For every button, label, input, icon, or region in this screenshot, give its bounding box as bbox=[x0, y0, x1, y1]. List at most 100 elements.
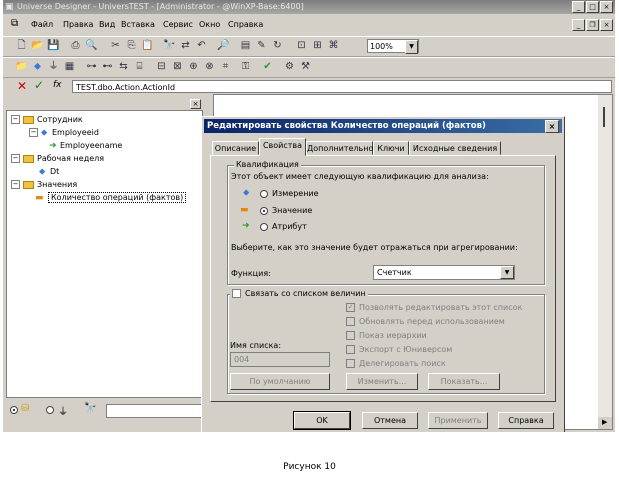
help-button[interactable]: Справка bbox=[498, 412, 554, 429]
alias-icon[interactable]: ⊟ bbox=[155, 61, 168, 73]
list-name-input[interactable]: 004 bbox=[230, 352, 330, 367]
zoom-icon[interactable]: 🔎 bbox=[217, 40, 230, 52]
option-export-with-universe[interactable]: Экспорт с Юниверсом bbox=[346, 345, 452, 354]
tree-node-class[interactable]: − Рабочая неделя bbox=[11, 154, 104, 164]
default-button[interactable]: По умолчанию bbox=[230, 373, 330, 390]
search-input[interactable] bbox=[106, 404, 202, 418]
menu-help[interactable]: Справка bbox=[228, 20, 263, 29]
arrange-tables-icon[interactable]: ⚒ bbox=[299, 61, 312, 73]
radio-measure[interactable]: Значение bbox=[260, 206, 312, 215]
menu-window[interactable]: Окно bbox=[199, 20, 220, 29]
export-with-universe-check[interactable] bbox=[346, 345, 355, 354]
menu-insert[interactable]: Вставка bbox=[121, 20, 155, 29]
document-icon[interactable]: ⧉ bbox=[11, 18, 18, 29]
close-button[interactable]: × bbox=[600, 1, 613, 13]
list-view-icon[interactable]: ▤ bbox=[239, 40, 252, 52]
pane-close-icon[interactable]: × bbox=[190, 99, 201, 109]
table-browser-icon[interactable]: ▦ bbox=[63, 61, 76, 73]
detail-view-icon[interactable]: ✎ bbox=[255, 40, 268, 52]
radio-detail-circle[interactable] bbox=[260, 222, 268, 231]
radio-measure-circle[interactable] bbox=[260, 206, 268, 215]
hierarchy-icon[interactable]: ⌸ bbox=[133, 61, 146, 73]
table-icon[interactable]: ⊞ bbox=[311, 40, 324, 52]
tree-node-class[interactable]: − Значения bbox=[11, 180, 77, 190]
tab-keys[interactable]: Ключи bbox=[373, 141, 409, 155]
collapse-icon[interactable]: − bbox=[11, 115, 20, 124]
key-icon[interactable]: ⚿ bbox=[239, 61, 252, 73]
new-icon[interactable]: 🗋 bbox=[15, 40, 28, 52]
radio-dimension-circle[interactable] bbox=[260, 189, 268, 198]
detect-joins-icon[interactable]: ⊷ bbox=[101, 61, 114, 73]
delegate-search-check[interactable] bbox=[346, 359, 355, 368]
collapse-icon[interactable]: − bbox=[29, 128, 38, 137]
tree-node-measure[interactable]: ▬ Количество операций (фактов) bbox=[35, 192, 187, 203]
option-display-hierarchy[interactable]: Показ иерархии bbox=[346, 331, 427, 340]
cardinality-icon[interactable]: ⇆ bbox=[117, 61, 130, 73]
condition-icon[interactable]: ⏚ bbox=[47, 61, 60, 73]
menu-edit[interactable]: Правка bbox=[63, 20, 93, 29]
doc-restore-button[interactable]: ❐ bbox=[586, 19, 599, 31]
undo-icon[interactable]: ↶ bbox=[195, 40, 208, 52]
edit-list-button[interactable]: Изменить... bbox=[346, 373, 418, 390]
collapse-icon[interactable]: − bbox=[11, 154, 20, 163]
option-refresh-before-use[interactable]: Обновлять перед использованием bbox=[346, 317, 505, 326]
menu-tools[interactable]: Сервис bbox=[163, 20, 193, 29]
option-allow-edit[interactable]: ✓ Позволять редактировать этот список bbox=[346, 303, 522, 312]
apply-button[interactable]: Применить bbox=[428, 412, 488, 429]
paste-icon[interactable]: 📋 bbox=[141, 40, 154, 52]
class-icon[interactable]: 📁 bbox=[15, 61, 28, 73]
replace-icon[interactable]: ⇄ bbox=[179, 40, 192, 52]
search-icon[interactable]: 🔭 bbox=[84, 403, 96, 414]
close-icon[interactable]: × bbox=[545, 120, 559, 133]
derived-table-icon[interactable]: ⊠ bbox=[171, 61, 184, 73]
display-hierarchy-check[interactable] bbox=[346, 331, 355, 340]
cancel-button[interactable]: Отмена bbox=[362, 412, 418, 429]
formula-field[interactable]: TEST.dbo.Action.ActionId bbox=[72, 80, 612, 93]
vertical-scrollbar[interactable] bbox=[598, 95, 612, 417]
allow-edit-check[interactable]: ✓ bbox=[346, 303, 355, 312]
function-icon[interactable]: fx bbox=[53, 80, 62, 90]
check-integrity-icon[interactable]: ✔ bbox=[261, 61, 274, 73]
menu-view[interactable]: Вид bbox=[99, 20, 115, 29]
scroll-right-arrow[interactable]: ▶ bbox=[598, 417, 612, 429]
hierarchies-icon[interactable]: ⌗ bbox=[219, 61, 232, 73]
minimize-button[interactable]: _ bbox=[572, 1, 585, 13]
cut-icon[interactable]: ✂ bbox=[109, 40, 122, 52]
link-list-checkbox[interactable]: Связать со списком величин bbox=[230, 289, 368, 298]
menu-file[interactable]: Файл bbox=[31, 20, 53, 29]
ok-button[interactable]: OK bbox=[293, 411, 351, 430]
link-list-check[interactable] bbox=[232, 289, 241, 298]
zoom-select[interactable]: 100% ▼ bbox=[367, 39, 419, 54]
loop-icon[interactable]: ⊗ bbox=[203, 61, 216, 73]
open-icon[interactable]: 📂 bbox=[31, 40, 44, 52]
tab-source-info[interactable]: Исходные сведения bbox=[409, 141, 501, 155]
cancel-formula-icon[interactable]: ✕ bbox=[17, 80, 27, 92]
scroll-thumb[interactable] bbox=[603, 107, 605, 127]
radio-dimension[interactable]: Измерение bbox=[260, 189, 319, 198]
function-select[interactable]: Счетчик ▼ bbox=[373, 265, 515, 280]
tab-description[interactable]: Описание bbox=[212, 141, 259, 155]
tree-node-detail[interactable]: ➜ Employeename bbox=[49, 141, 122, 151]
validate-formula-icon[interactable]: ✓ bbox=[34, 79, 44, 91]
print-icon[interactable]: ⎙ bbox=[69, 40, 82, 52]
refresh-icon[interactable]: ↻ bbox=[271, 40, 284, 52]
option-delegate-search[interactable]: Делегировать поиск bbox=[346, 359, 446, 368]
copy-icon[interactable]: ⎘ bbox=[125, 40, 138, 52]
tab-advanced[interactable]: Дополнительно bbox=[306, 141, 373, 155]
object-icon[interactable]: ⬥ bbox=[31, 61, 44, 73]
save-icon[interactable]: 💾 bbox=[47, 40, 60, 52]
chevron-down-icon[interactable]: ▼ bbox=[405, 40, 418, 54]
tree-node-class[interactable]: − Сотрудник bbox=[11, 115, 83, 125]
tree-node-dimension[interactable]: ⬥ Dt bbox=[39, 167, 59, 177]
doc-minimize-button[interactable]: _ bbox=[572, 19, 585, 31]
show-list-button[interactable]: Показать... bbox=[428, 373, 500, 390]
arrange-icon[interactable]: ⊡ bbox=[295, 40, 308, 52]
collapse-icon[interactable]: − bbox=[11, 180, 20, 189]
radio-detail[interactable]: Атрибут bbox=[260, 222, 307, 231]
structure-icon[interactable]: ⌘ bbox=[327, 40, 340, 52]
join-icon[interactable]: ⊶ bbox=[85, 61, 98, 73]
refresh-before-use-check[interactable] bbox=[346, 317, 355, 326]
filter-conditions-radio[interactable] bbox=[46, 405, 58, 414]
context-icon[interactable]: ⊕ bbox=[187, 61, 200, 73]
chevron-down-icon[interactable]: ▼ bbox=[500, 266, 514, 279]
